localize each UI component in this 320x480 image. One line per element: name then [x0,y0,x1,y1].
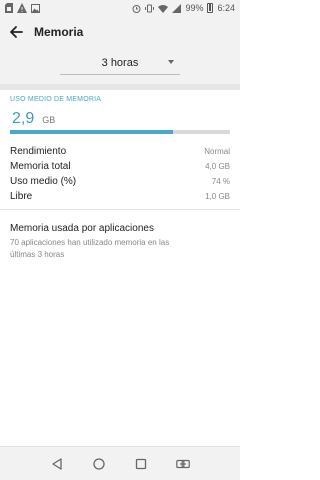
chevron-down-icon [168,60,174,64]
battery-percent: 99% [185,3,204,13]
vibrate-icon [145,4,155,12]
row-divider [0,209,240,210]
status-left [5,3,40,13]
wifi-icon [158,4,169,13]
stat-value: Normal [204,147,230,156]
image-icon [31,3,40,13]
usage-progress-bar [10,130,230,134]
stat-row-performance: Rendimiento Normal [10,146,230,161]
app-bar: Memoria [0,16,240,48]
alarm-icon [132,4,141,13]
stat-label: Rendimiento [10,146,67,157]
stat-value: 4,0 GB [205,162,230,171]
home-circle-icon[interactable] [89,454,109,474]
switch-apps-icon[interactable] [173,454,193,474]
apps-desc-line2: últimas 3 horas [10,250,65,259]
stat-value: 74 % [211,177,230,186]
warning-icon [17,3,27,13]
arrow-back-icon[interactable] [8,24,24,40]
status-bar: 99% 6:24 [0,0,240,16]
apps-memory-item[interactable]: Memoria usada por aplicaciones 70 aplica… [10,222,230,261]
apps-desc-line1: 70 aplicaciones han utilizado memoria en… [10,238,170,247]
usage-progress-fill [10,130,173,134]
section-divider [0,84,240,90]
battery-icon [207,3,214,13]
usage-number: 2,9 [12,110,35,127]
status-right: 99% 6:24 [132,3,235,13]
stat-label: Libre [10,191,33,202]
stat-label: Uso medio (%) [10,176,77,187]
navigation-bar [0,446,240,480]
sim-icon [5,3,13,13]
period-area: 3 horas [0,48,240,84]
back-triangle-icon[interactable] [47,454,67,474]
apps-memory-title: Memoria usada por aplicaciones [10,223,154,234]
signal-icon [172,3,182,13]
recents-square-icon[interactable] [131,454,151,474]
apps-memory-description: 70 aplicaciones han utilizado memoria en… [10,237,230,261]
average-usage-value: 2,9 GB [12,110,55,128]
period-dropdown[interactable]: 3 horas [60,51,180,75]
section-header-usage: USO MEDIO DE MEMORIA [10,96,102,103]
stat-row-free: Libre 1,0 GB [10,191,230,206]
clock: 6:24 [217,3,235,13]
stat-label: Memoria total [10,161,71,172]
stat-row-total-memory: Memoria total 4,0 GB [10,161,230,176]
usage-unit: GB [42,115,56,125]
stat-value: 1,0 GB [205,192,230,201]
page-title: Memoria [34,25,84,39]
stat-row-average-use: Uso medio (%) 74 % [10,176,230,191]
period-selected-value: 3 horas [101,56,139,69]
memory-stats: Rendimiento Normal Memoria total 4,0 GB … [10,146,230,206]
